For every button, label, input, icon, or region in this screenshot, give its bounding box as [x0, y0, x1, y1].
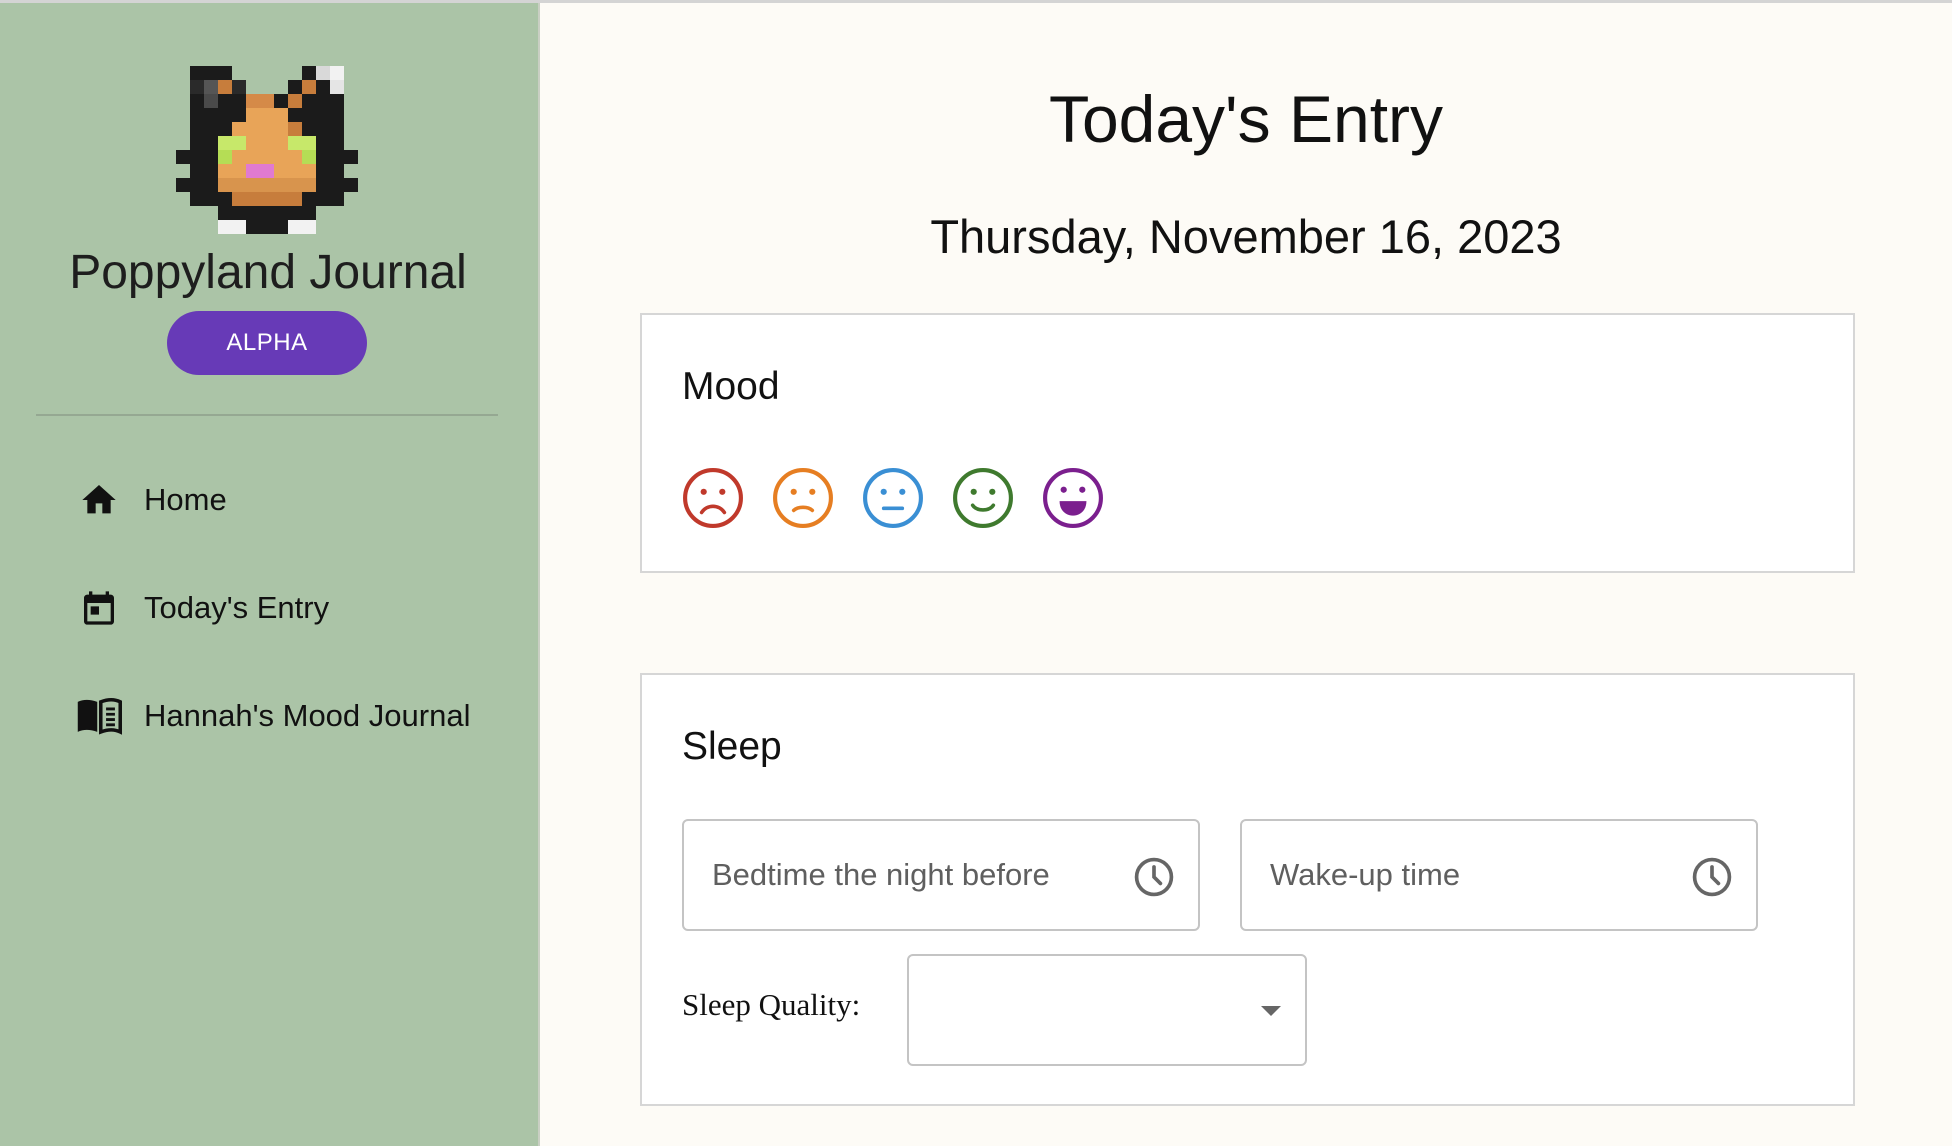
calendar-icon	[76, 585, 122, 631]
sidebar-item-label: Today's Entry	[144, 590, 330, 625]
sidebar-item-todays-entry[interactable]: Today's Entry	[76, 583, 329, 633]
bedtime-input[interactable]	[710, 856, 1094, 894]
sleep-card: Sleep Sleep Quality:	[640, 673, 1855, 1106]
sidebar-item-label: Home	[144, 482, 227, 517]
sidebar-divider	[36, 414, 498, 416]
page-title: Today's Entry	[1048, 82, 1444, 156]
happy-face-icon[interactable]	[952, 467, 1014, 529]
sad-face-icon[interactable]	[772, 467, 834, 529]
bedtime-field[interactable]	[682, 819, 1200, 931]
app-window: Poppyland Journal ALPHA Home Today's Ent…	[0, 0, 1952, 1146]
neutral-face-icon[interactable]	[862, 467, 924, 529]
mood-card: Mood	[640, 313, 1855, 573]
sidebar-item-home[interactable]: Home	[76, 475, 227, 525]
clock-icon[interactable]	[1690, 855, 1734, 899]
wakeup-field[interactable]	[1240, 819, 1758, 931]
sleep-title: Sleep	[682, 725, 782, 768]
wakeup-input[interactable]	[1268, 856, 1652, 894]
sleep-quality-label: Sleep Quality:	[682, 987, 861, 1022]
main-content: Today's Entry Thursday, November 16, 202…	[540, 3, 1952, 1146]
alpha-badge: ALPHA	[167, 311, 367, 375]
clock-icon[interactable]	[1132, 855, 1176, 899]
very-happy-face-icon[interactable]	[1042, 467, 1104, 529]
app-title: Poppyland Journal	[69, 246, 467, 299]
sidebar-item-label: Hannah's Mood Journal	[144, 698, 471, 733]
pixel-cat-logo-icon	[176, 66, 358, 234]
very-sad-face-icon[interactable]	[682, 467, 744, 529]
book-icon	[76, 693, 122, 739]
dropdown-arrow-icon	[1261, 1006, 1281, 1016]
sidebar-item-mood-journal[interactable]: Hannah's Mood Journal	[76, 691, 470, 741]
mood-title: Mood	[682, 365, 780, 408]
mood-options	[682, 467, 1132, 529]
entry-date: Thursday, November 16, 2023	[930, 210, 1562, 263]
home-icon	[76, 477, 122, 523]
sleep-quality-select[interactable]	[907, 954, 1307, 1066]
sidebar: Poppyland Journal ALPHA Home Today's Ent…	[0, 3, 540, 1146]
